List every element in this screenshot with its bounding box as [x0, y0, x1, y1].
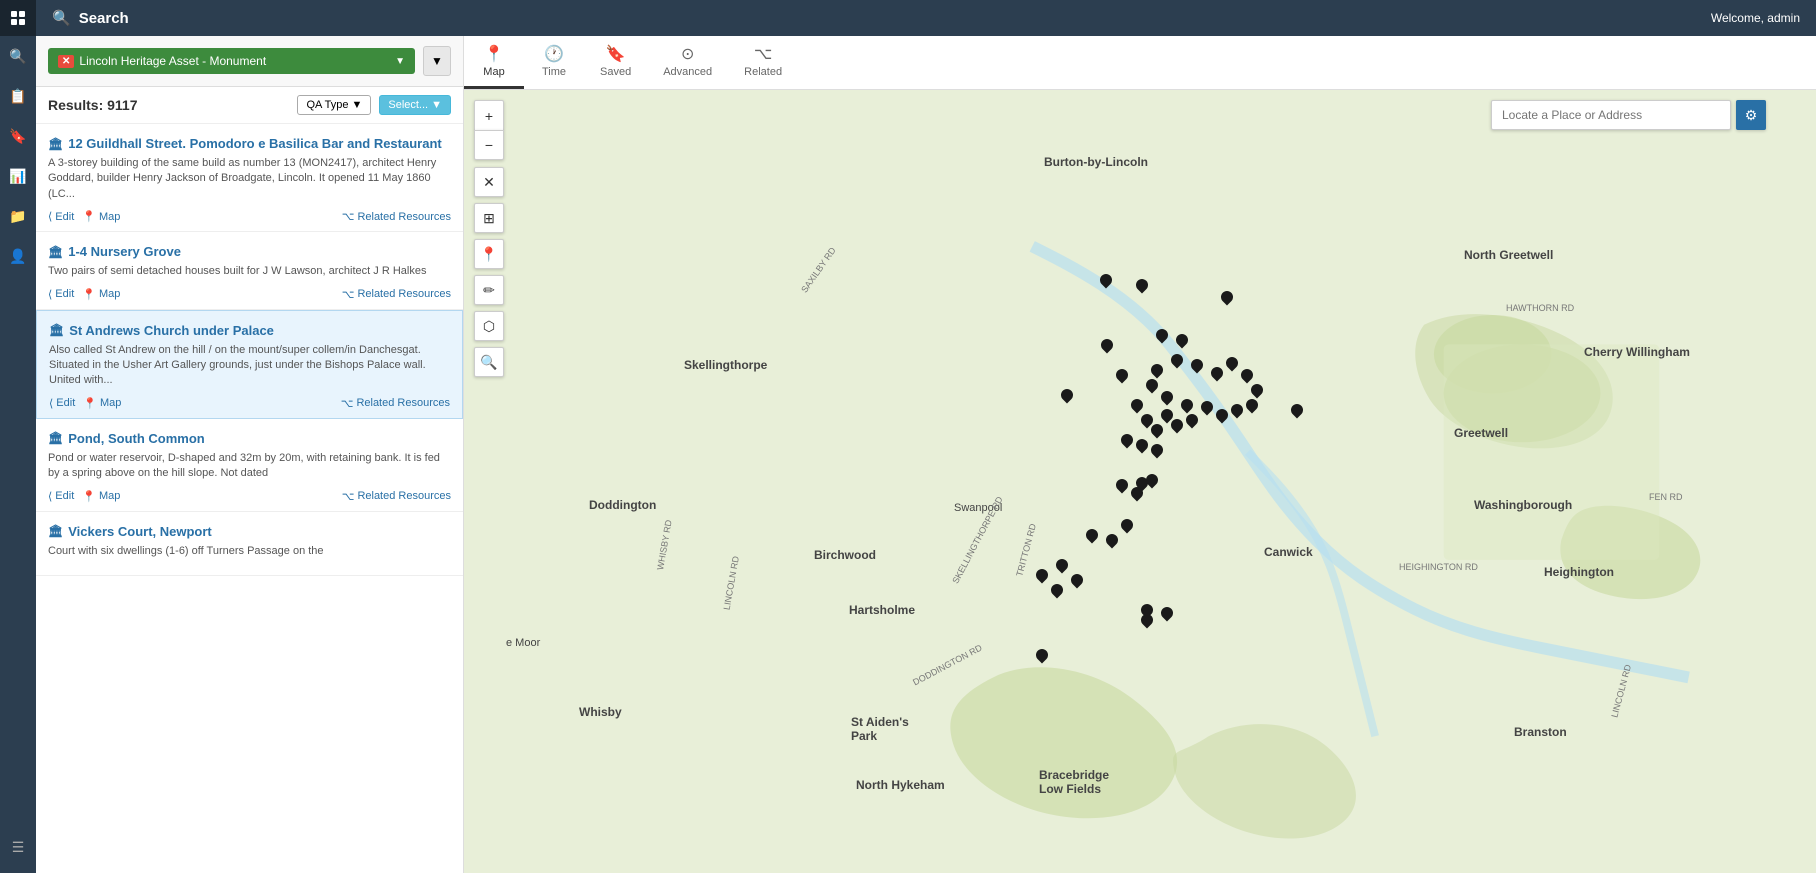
related-tab-icon: ⌥ — [754, 44, 772, 64]
map-search-bar: ⚙ — [1491, 100, 1766, 130]
map-search-gear-button[interactable]: ⚙ — [1736, 100, 1766, 130]
edit-link-2[interactable]: ⟨ Edit — [48, 288, 74, 301]
map-area[interactable]: + − ✕ ⊞ 📍 ✏ ⬡ 🔍 ⚙ Burton-by-Lincoln — [464, 90, 1816, 873]
result-title-1[interactable]: 🏛 12 Guildhall Street. Pomodoro e Basili… — [48, 136, 451, 151]
filter-bar: ✕ Lincoln Heritage Asset - Monument ▼ ▼ — [36, 36, 463, 87]
result-actions-4: ⟨ Edit 📍 Map ⌥ Related Resources — [48, 490, 451, 503]
map-link-1[interactable]: 📍 Map — [82, 210, 120, 223]
related-link-1[interactable]: ⌥ Related Resources — [342, 210, 451, 223]
zoom-controls: + − — [474, 100, 504, 160]
layers-button[interactable]: ⊞ — [474, 203, 504, 233]
type-filter-dropdown[interactable]: ✕ Lincoln Heritage Asset - Monument ▼ — [48, 48, 415, 74]
edit-link-4[interactable]: ⟨ Edit — [48, 490, 74, 503]
zoom-in-button[interactable]: + — [474, 100, 504, 130]
map-link-4[interactable]: 📍 Map — [82, 490, 120, 503]
monument-icon-3: 🏛 — [49, 323, 64, 337]
map-link-3[interactable]: 📍 Map — [83, 397, 121, 410]
monument-icon-4: 🏛 — [48, 431, 63, 445]
draw-button[interactable]: ✏ — [474, 275, 504, 305]
result-item: 🏛 Vickers Court, Newport Court with six … — [36, 512, 463, 576]
monument-icon-5: 🏛 — [48, 524, 63, 538]
map-controls: + − ✕ ⊞ 📍 ✏ ⬡ 🔍 — [474, 100, 504, 377]
sidebar-icon-user[interactable]: 👤 — [0, 238, 36, 274]
body-split: ✕ Lincoln Heritage Asset - Monument ▼ ▼ … — [36, 36, 1816, 873]
sidebar: 🔍 📋 🔖 📊 📁 👤 ☰ — [0, 0, 36, 873]
tab-related[interactable]: ⌥ Related — [728, 36, 798, 89]
sidebar-icon-list[interactable]: 📋 — [0, 78, 36, 114]
result-desc-1: A 3-storey building of the same build as… — [48, 156, 451, 202]
map-tabs: 📍 Map 🕐 Time 🔖 Saved ⊙ Advanced ⌥ R — [464, 36, 1816, 90]
result-title-2[interactable]: 🏛 1-4 Nursery Grove — [48, 244, 451, 259]
result-desc-2: Two pairs of semi detached houses built … — [48, 264, 451, 279]
result-desc-3: Also called St Andrew on the hill / on t… — [49, 343, 450, 389]
result-desc-5: Court with six dwellings (1-6) off Turne… — [48, 544, 451, 559]
app-logo[interactable] — [0, 0, 36, 36]
saved-tab-icon: 🔖 — [606, 44, 626, 64]
advanced-tab-icon: ⊙ — [681, 44, 694, 64]
qa-type-button[interactable]: QA Type ▼ — [297, 95, 371, 115]
map-tab-icon: 📍 — [484, 44, 504, 64]
related-link-2[interactable]: ⌥ Related Resources — [342, 288, 451, 301]
search-map-button[interactable]: 🔍 — [474, 347, 504, 377]
monument-icon-2: 🏛 — [48, 245, 63, 259]
search-panel: ✕ Lincoln Heritage Asset - Monument ▼ ▼ … — [36, 36, 464, 873]
result-item: 🏛 1-4 Nursery Grove Two pairs of semi de… — [36, 232, 463, 309]
related-link-4[interactable]: ⌥ Related Resources — [342, 490, 451, 503]
tab-map[interactable]: 📍 Map — [464, 36, 524, 89]
result-title-3[interactable]: 🏛 St Andrews Church under Palace — [49, 323, 450, 338]
result-title-4[interactable]: 🏛 Pond, South Common — [48, 431, 451, 446]
filter-remove-icon[interactable]: ✕ — [58, 55, 74, 68]
tab-advanced[interactable]: ⊙ Advanced — [647, 36, 728, 89]
tab-time[interactable]: 🕐 Time — [524, 36, 584, 89]
edit-link-3[interactable]: ⟨ Edit — [49, 397, 75, 410]
results-list: 🏛 12 Guildhall Street. Pomodoro e Basili… — [36, 124, 463, 873]
map-link-2[interactable]: 📍 Map — [82, 288, 120, 301]
filter-dropdown-arrow: ▼ — [395, 56, 405, 67]
top-bar: 🔍 Search Welcome, admin — [36, 0, 1816, 36]
select-button[interactable]: Select... ▼ — [379, 95, 451, 115]
page-title: Search — [79, 10, 129, 27]
main-content: 🔍 Search Welcome, admin ✕ Lincoln Herita… — [36, 0, 1816, 873]
result-title-5[interactable]: 🏛 Vickers Court, Newport — [48, 524, 451, 539]
search-icon: 🔍 — [52, 9, 71, 27]
map-search-input[interactable] — [1491, 100, 1731, 130]
monument-icon-1: 🏛 — [48, 137, 63, 151]
filter-chevron-button[interactable]: ▼ — [423, 46, 451, 76]
polygon-button[interactable]: ⬡ — [474, 311, 504, 341]
tab-saved[interactable]: 🔖 Saved — [584, 36, 647, 89]
reset-button[interactable]: ✕ — [474, 167, 504, 197]
sidebar-icon-layers[interactable]: 📁 — [0, 198, 36, 234]
sidebar-icon-chart[interactable]: 📊 — [0, 158, 36, 194]
sidebar-icon-bookmark[interactable]: 🔖 — [0, 118, 36, 154]
time-tab-icon: 🕐 — [544, 44, 564, 64]
related-link-3[interactable]: ⌥ Related Resources — [341, 397, 450, 410]
zoom-out-button[interactable]: − — [474, 130, 504, 160]
gps-button[interactable]: 📍 — [474, 239, 504, 269]
sidebar-icon-menu[interactable]: ☰ — [0, 829, 36, 865]
result-actions-2: ⟨ Edit 📍 Map ⌥ Related Resources — [48, 288, 451, 301]
result-item: 🏛 12 Guildhall Street. Pomodoro e Basili… — [36, 124, 463, 232]
welcome-message: Welcome, admin — [1711, 11, 1800, 25]
results-header: Results: 9117 QA Type ▼ Select... ▼ — [36, 87, 463, 124]
sidebar-icon-search[interactable]: 🔍 — [0, 38, 36, 74]
map-container: 📍 Map 🕐 Time 🔖 Saved ⊙ Advanced ⌥ R — [464, 36, 1816, 873]
result-item: 🏛 Pond, South Common Pond or water reser… — [36, 419, 463, 512]
result-item-highlighted: 🏛 St Andrews Church under Palace Also ca… — [36, 310, 463, 419]
result-desc-4: Pond or water reservoir, D-shaped and 32… — [48, 451, 451, 482]
results-count: Results: 9117 — [48, 97, 289, 113]
edit-link-1[interactable]: ⟨ Edit — [48, 210, 74, 223]
result-actions-1: ⟨ Edit 📍 Map ⌥ Related Resources — [48, 210, 451, 223]
filter-type-label: Lincoln Heritage Asset - Monument — [79, 54, 266, 68]
result-actions-3: ⟨ Edit 📍 Map ⌥ Related Resources — [49, 397, 450, 410]
